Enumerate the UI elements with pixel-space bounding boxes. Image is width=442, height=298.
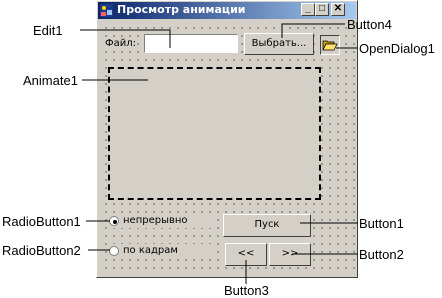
callout-button4: Button4 bbox=[347, 17, 392, 32]
callout-animate1: Animate1 bbox=[23, 73, 78, 88]
callout-edit1: Edit1 bbox=[33, 23, 63, 38]
callout-button3: Button3 bbox=[224, 283, 269, 298]
callout-opendialog1: OpenDialog1 bbox=[359, 41, 435, 56]
edit1-callout-line bbox=[80, 29, 171, 48]
callout-button1: Button1 bbox=[359, 216, 404, 231]
callout-radiobutton1: RadioButton1 bbox=[2, 214, 81, 229]
callout-radiobutton2: RadioButton2 bbox=[2, 243, 81, 258]
button4-callout-line bbox=[281, 23, 345, 38]
callout-button2: Button2 bbox=[359, 247, 404, 262]
